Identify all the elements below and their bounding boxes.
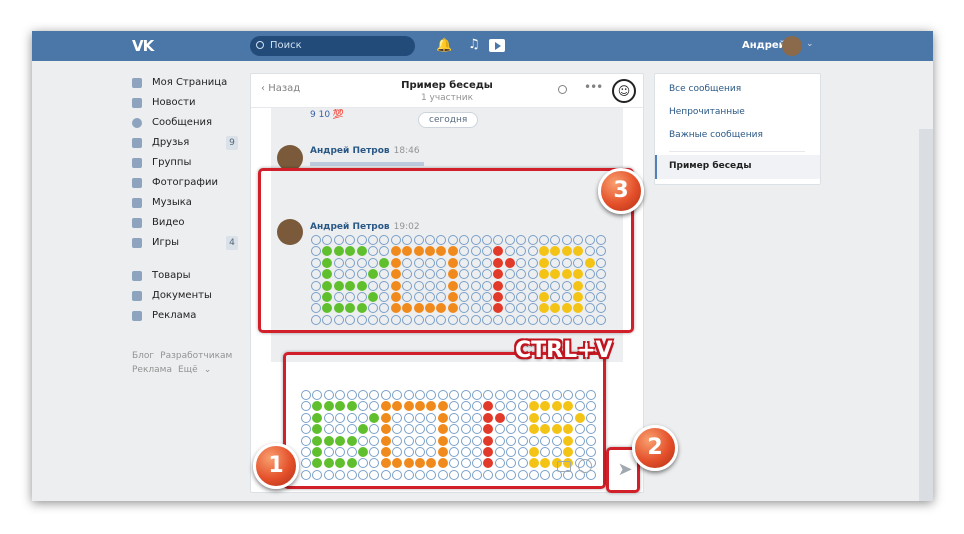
sidebar-item-label: Видео [152,217,185,228]
step-3-marker: 3 [598,168,644,214]
games-badge: 4 [226,236,238,250]
more-icon[interactable]: ••• [584,80,603,94]
sidebar-item-label: Новости [152,97,196,108]
vk-logo[interactable]: VK [132,37,154,55]
footer-link-more[interactable]: Ещё [178,365,198,375]
sidebar-item-label: Сообщения [152,117,213,128]
menu-item-current-chat[interactable]: Пример беседы [655,155,820,179]
games-icon [132,238,142,248]
chat-subtitle: 1 участник [420,93,474,103]
sidebar-footer: Блог Разработчикам Реклама Ещё ⌄ [132,349,238,377]
sidebar-item-games[interactable]: Игры 4 [132,233,242,253]
menu-divider [669,151,805,152]
message-time: 18:46 [393,146,420,156]
menu-item-important[interactable]: Важные сообщения [669,130,763,140]
highlight-sent-message [258,168,634,333]
chat-avatar[interactable]: ☺ [612,79,636,103]
sidebar-item-groups[interactable]: Группы [132,153,242,173]
camera-icon [132,178,142,188]
sidebar-item-friends[interactable]: Друзья 9 [132,133,242,153]
sidebar-item-music[interactable]: Музыка [132,193,242,213]
sidebar: Моя Страница Новости Сообщения Друзья 9 Г… [132,73,242,326]
right-menu: Все сообщения Непрочитанные Важные сообщ… [654,73,821,185]
music-icon [132,198,142,208]
sidebar-item-label: Игры [152,237,179,248]
chevron-down-icon[interactable]: ⌄ [806,39,814,49]
search-icon [256,41,264,49]
chat-header: ‹ Назад Пример беседы 1 участник ••• ☺ [251,74,643,108]
search-icon[interactable] [558,85,567,94]
menu-item-label: Пример беседы [669,161,752,171]
search-placeholder: Поиск [270,40,302,51]
sidebar-item-label: Фотографии [152,177,218,188]
message-author[interactable]: Андрей Петров 18:46 [310,146,420,156]
emoji-line: 9 10 💯 [310,110,345,120]
menu-item-unread[interactable]: Непрочитанные [669,107,745,117]
highlight-input [283,352,606,489]
messages-icon [132,118,142,128]
friends-icon [132,138,142,148]
sidebar-item-label: Моя Страница [152,77,228,88]
sidebar-item-ads[interactable]: Реклама [132,306,242,326]
sidebar-item-video[interactable]: Видео [132,213,242,233]
search-input[interactable]: Поиск [250,36,415,56]
footer-link-developers[interactable]: Разработчикам [160,351,232,361]
footer-link-blog[interactable]: Блог [132,351,154,361]
menu-item-all[interactable]: Все сообщения [669,84,741,94]
shop-icon [132,271,142,281]
user-name[interactable]: Андрей [742,40,786,51]
footer-link-ads[interactable]: Реклама [132,365,172,375]
sidebar-item-label: Реклама [152,310,197,321]
sidebar-item-label: Друзья [152,137,190,148]
music-icon[interactable]: ♫ [468,37,480,52]
news-icon [132,98,142,108]
sidebar-item-label: Группы [152,157,192,168]
sidebar-item-photos[interactable]: Фотографии [132,173,242,193]
sidebar-item-label: Документы [152,290,212,301]
step-2-marker: 2 [632,425,678,471]
bell-icon[interactable]: 🔔 [436,38,452,53]
document-icon [132,291,142,301]
sidebar-item-goods[interactable]: Товары [132,266,242,286]
sidebar-item-messages[interactable]: Сообщения [132,113,242,133]
video-icon [132,218,142,228]
groups-icon [132,158,142,168]
top-bar: VK Поиск 🔔 ♫ Андрей ⌄ [32,31,933,61]
sidebar-item-my-page[interactable]: Моя Страница [132,73,242,93]
play-icon[interactable] [489,39,505,52]
date-divider: сегодня [418,112,479,128]
sidebar-item-label: Музыка [152,197,192,208]
scrollbar[interactable] [919,129,933,501]
shortcut-label: CTRL+V [515,338,613,363]
sidebar-item-documents[interactable]: Документы [132,286,242,306]
sidebar-item-label: Товары [152,270,191,281]
home-icon [132,78,142,88]
chevron-down-icon: ⌄ [203,365,212,375]
cropped-emoji-line [310,162,424,166]
ads-icon [132,311,142,321]
author-name: Андрей Петров [310,146,390,156]
avatar[interactable] [782,36,802,56]
step-1-marker: 1 [253,443,299,489]
friends-badge: 9 [226,136,238,150]
sidebar-item-news[interactable]: Новости [132,93,242,113]
